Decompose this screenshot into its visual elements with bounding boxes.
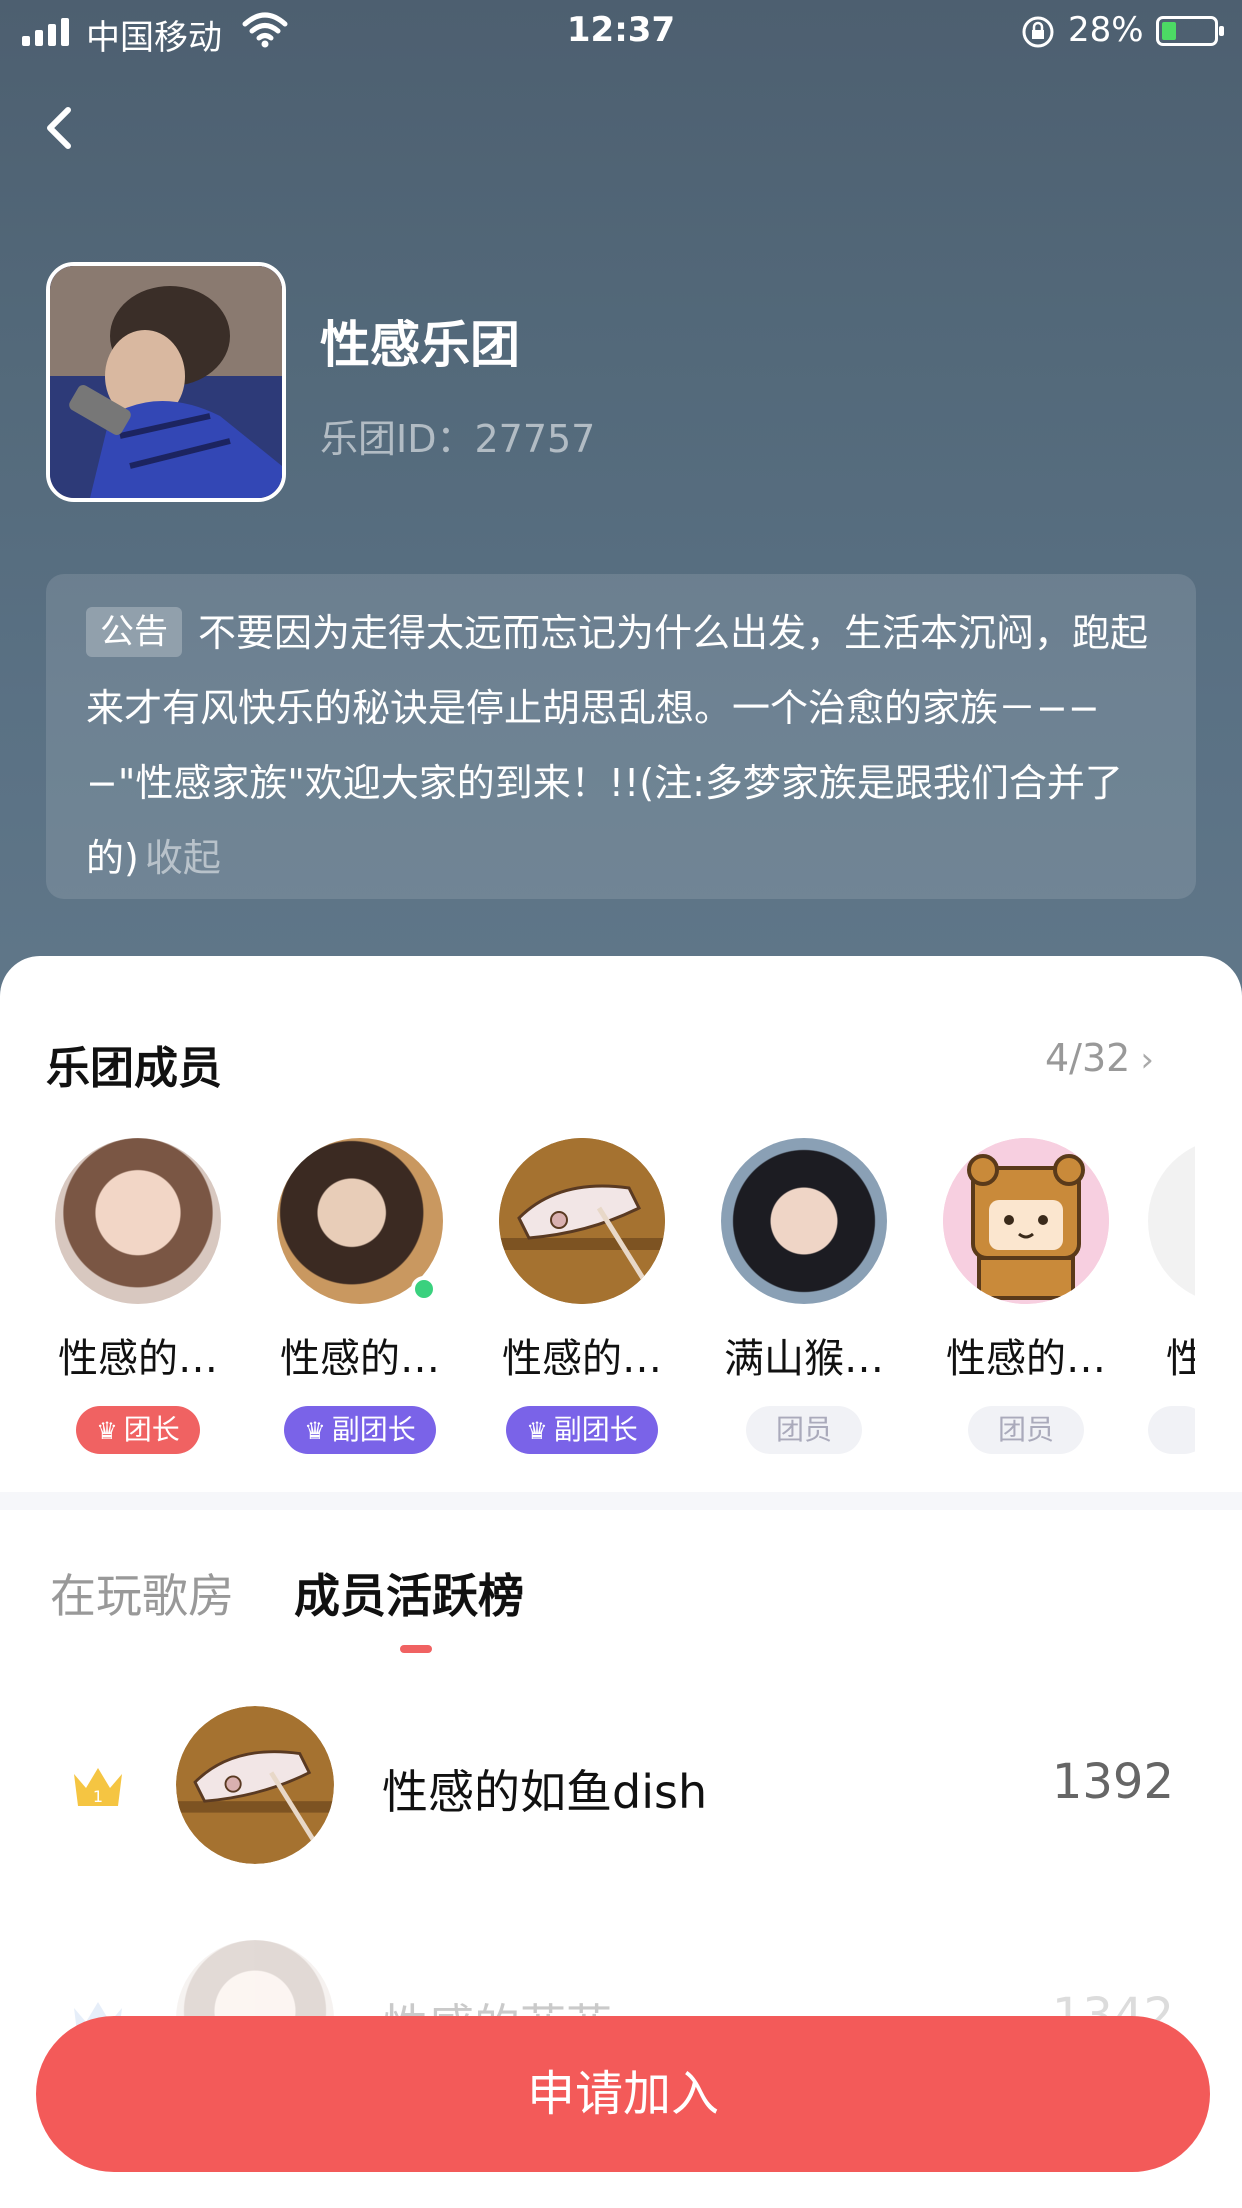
member-name: 性感的… (58, 1336, 218, 1382)
member-item[interactable]: 性感的… ♛ 副团长 (260, 1138, 460, 1454)
chevron-right-icon: › (1140, 1040, 1154, 1080)
section-divider (0, 1492, 1242, 1510)
member-name: 性感的… (280, 1336, 440, 1382)
notice-tag: 公告 (86, 607, 182, 657)
member-name: 性感的… (502, 1336, 662, 1382)
member-name: 性 (1166, 1336, 1195, 1382)
group-name: 性感乐团 (320, 316, 520, 374)
member-name: 性感的… (946, 1336, 1106, 1382)
member-item[interactable]: 性感的… 团员 (926, 1138, 1126, 1454)
avatar (943, 1138, 1109, 1304)
role-badge: ♛ 副团长 (506, 1406, 658, 1454)
role-badge: ♛ 副团长 (284, 1406, 436, 1454)
member-name: 满山猴… (724, 1336, 884, 1382)
tab-playing-rooms[interactable]: 在玩歌房 (50, 1560, 234, 1626)
battery-percent: 28% (1068, 10, 1144, 50)
avatar (721, 1138, 887, 1304)
ranking-name: 性感的如鱼dish (382, 1765, 708, 1819)
online-indicator (411, 1276, 437, 1302)
members-section-title: 乐团成员 (46, 1043, 222, 1094)
member-item[interactable]: 满山猴… 团员 (704, 1138, 904, 1454)
battery-icon (1156, 16, 1224, 46)
ranking-row[interactable]: 1 性感的如鱼dish 1392 (0, 1706, 1242, 1866)
tab-activity-ranking[interactable]: 成员活跃榜 (294, 1560, 524, 1626)
avatar (55, 1138, 221, 1304)
avatar (499, 1138, 665, 1304)
rotation-lock-icon (1020, 14, 1056, 59)
group-id: 乐团ID：27757 (320, 417, 596, 461)
collapse-link[interactable]: 收起 (145, 836, 221, 880)
members-list: 性感的… ♛团长 性感的… ♛副团长 性感的… ♛副团长 满山猴… 团员 (0, 1138, 1195, 1458)
status-bar: 中国移动 12:37 28% (0, 0, 1242, 62)
svg-text:1: 1 (93, 1787, 103, 1806)
ranking-score: 1392 (1051, 1754, 1174, 1810)
crown-icon: ♛ (304, 1417, 326, 1445)
crown-icon: ♛ (96, 1417, 118, 1445)
avatar (176, 1706, 334, 1864)
role-badge: 团员 (746, 1406, 862, 1454)
crown-gold-icon: 1 (70, 1764, 126, 1814)
join-button[interactable]: 申请加入 (36, 2016, 1210, 2172)
role-badge: ♛ 团长 (76, 1406, 200, 1454)
crown-icon: ♛ (526, 1417, 548, 1445)
tab-indicator (400, 1645, 432, 1653)
members-count: 4/32 (1045, 1036, 1131, 1080)
role-badge: 团员 (968, 1406, 1084, 1454)
chevron-left-icon (47, 107, 71, 149)
notice-box: 公告 不要因为走得太远而忘记为什么出发，生活本沉闷，跑起来才有风快乐的秘诀是停止胡… (46, 574, 1196, 899)
member-item[interactable]: 性 (1148, 1138, 1195, 1458)
back-button[interactable] (36, 96, 80, 156)
notice-text: 不要因为走得太远而忘记为什么出发，生活本沉闷，跑起来才有风快乐的秘诀是停止胡思乱… (86, 611, 1149, 880)
member-item[interactable]: 性感的… ♛ 团长 (38, 1138, 238, 1454)
member-item[interactable]: 性感的… ♛ 副团长 (482, 1138, 682, 1454)
avatar (277, 1138, 443, 1304)
avatar (1148, 1138, 1195, 1304)
role-badge (1148, 1406, 1195, 1454)
group-avatar (46, 262, 286, 502)
members-count-link[interactable]: 4/32 › (1045, 1036, 1154, 1080)
